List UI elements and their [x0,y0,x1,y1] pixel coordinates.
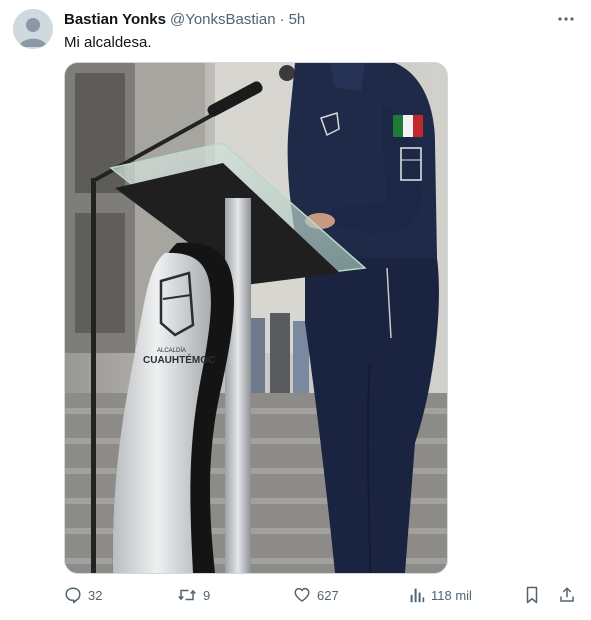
tweet-card[interactable]: Bastian Yonks @YonksBastian · 5h Mi alca… [0,0,591,620]
bookmark-icon [526,586,538,604]
timestamp[interactable]: 5h [289,10,306,30]
retweet-count: 9 [203,587,211,603]
reply-icon [65,587,81,604]
share-icon [560,587,574,602]
default-avatar-icon [13,9,53,49]
views-button[interactable]: 118 mil [409,583,472,607]
podium-emblem-text: CUAUHTÉMOC [143,353,215,366]
tweet-photo[interactable]: CUAUHTÉMOC ALCALDÍA [64,62,448,574]
author-handle[interactable]: @YonksBastian [170,10,276,30]
view-count: 118 mil [431,587,472,603]
podium-caption: ALCALDÍA [157,347,186,354]
views-icon [410,588,425,603]
share-button[interactable] [558,583,576,607]
like-count: 627 [317,587,339,603]
reply-count: 32 [88,587,103,603]
like-button[interactable]: 627 [293,583,339,607]
bookmark-button[interactable] [524,583,540,607]
photo-woman-at-podium: CUAUHTÉMOC ALCALDÍA [65,63,447,573]
author-name[interactable]: Bastian Yonks [64,10,166,30]
avatar[interactable] [13,9,53,49]
separator-dot: · [279,11,285,28]
retweet-icon [178,589,196,601]
reply-button[interactable]: 32 [64,583,102,607]
tweet-header: Bastian Yonks @YonksBastian · 5h [64,10,305,30]
like-icon [294,587,310,602]
more-options-button[interactable] [555,8,577,30]
retweet-button[interactable]: 9 [177,583,210,607]
tweet-text: Mi alcaldesa. [64,34,152,51]
more-horizontal-icon [558,17,574,21]
action-bar: 32 9 627 118 mil [64,583,582,607]
